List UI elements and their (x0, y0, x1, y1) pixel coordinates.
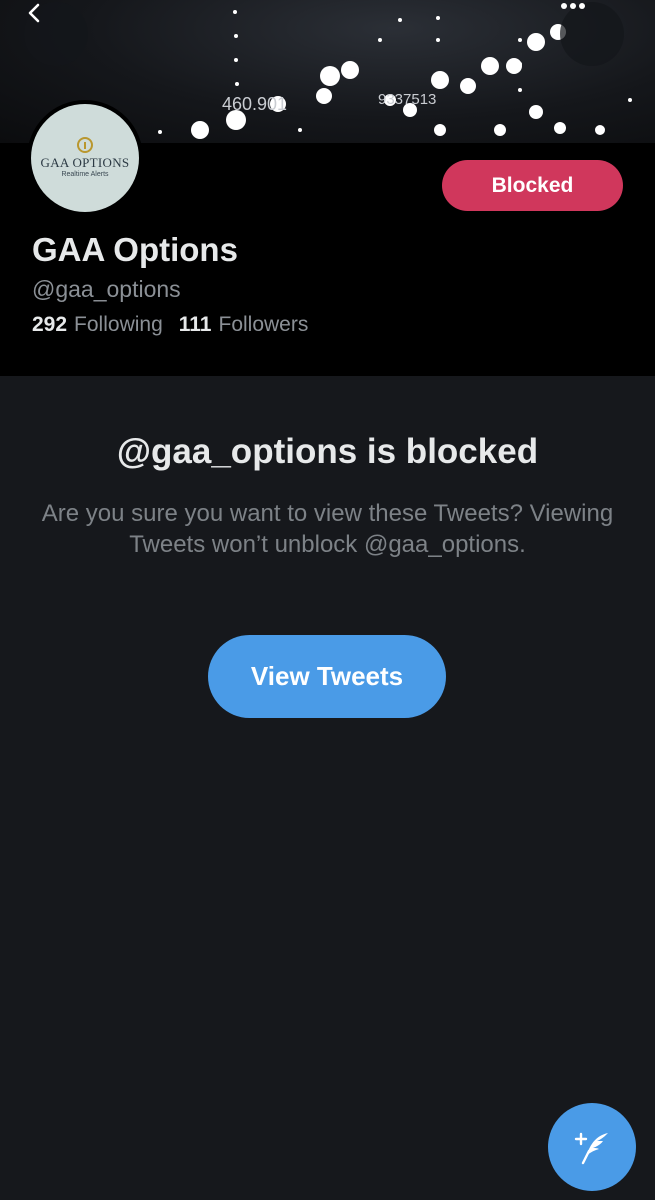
display-name: GAA Options (32, 231, 238, 268)
more-options-button[interactable] (560, 2, 624, 66)
avatar-logo-name: GAA OPTIONS (40, 155, 130, 170)
profile-stats: 292 Following 111 Followers (32, 313, 324, 337)
back-button[interactable] (24, 2, 88, 66)
more-horizontal-icon (561, 3, 585, 9)
avatar[interactable]: GAA OPTIONS Realtime Alerts (27, 100, 143, 216)
chevron-left-icon (28, 3, 40, 23)
compose-tweet-button[interactable] (548, 1103, 636, 1191)
followers-link[interactable]: 111 Followers (179, 313, 309, 337)
compose-tweet-icon (574, 1132, 608, 1165)
avatar-image: GAA OPTIONS Realtime Alerts (31, 104, 139, 212)
username-handle: @gaa_options (32, 276, 181, 302)
following-label: Following (74, 313, 163, 336)
banner-number-2: 9337513 (378, 91, 436, 108)
logo-mark-icon (77, 137, 93, 153)
view-tweets-button[interactable]: View Tweets (208, 635, 446, 718)
blocked-notice-description: Are you sure you want to view these Twee… (41, 500, 614, 558)
blocked-button[interactable]: Blocked (442, 160, 623, 211)
blocked-notice-title: @gaa_options is blocked (116, 432, 539, 471)
avatar-logo-tagline: Realtime Alerts (61, 171, 109, 178)
following-link[interactable]: 292 Following (32, 313, 163, 337)
profile-header: GAA OPTIONS Realtime Alerts Blocked GAA … (0, 100, 655, 376)
followers-count: 111 (178, 313, 212, 336)
followers-label: Followers (218, 313, 309, 336)
following-count: 292 (32, 313, 68, 336)
banner-number-1: 460.901 (222, 94, 287, 114)
